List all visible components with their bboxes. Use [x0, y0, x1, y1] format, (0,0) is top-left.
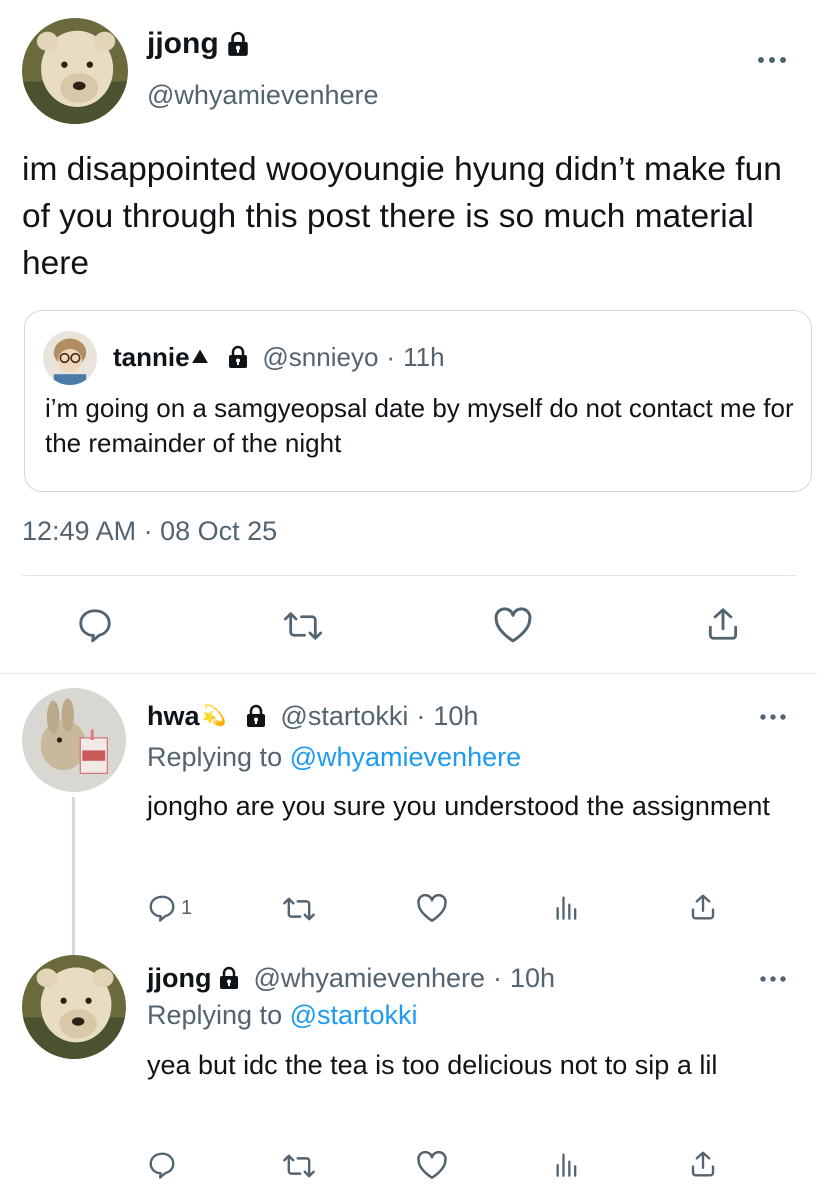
tweet-text: im disappointed wooyoungie hyung didn’t … — [22, 151, 782, 282]
lock-icon — [229, 345, 248, 368]
reply-time[interactable]: 10h — [433, 699, 478, 733]
separator: · — [386, 342, 396, 372]
avatar[interactable] — [22, 688, 126, 792]
reply-header: hwa 💫 @startokki · 10h — [147, 699, 478, 733]
more-icon[interactable] — [757, 40, 787, 71]
reply-button[interactable] — [147, 1150, 177, 1180]
analytics-button[interactable] — [553, 892, 581, 922]
author-name[interactable]: jjong — [147, 26, 251, 62]
replying-to-handle[interactable]: @startokki — [290, 1000, 418, 1030]
avatar[interactable] — [22, 18, 128, 124]
reply-text: yea but idc the tea is too delicious not… — [147, 1050, 718, 1080]
like-button[interactable] — [416, 1150, 448, 1180]
display-name[interactable]: jjong — [147, 26, 219, 62]
replying-to: Replying to @startokki — [147, 998, 418, 1032]
display-name[interactable]: jjong — [147, 961, 211, 995]
share-icon — [691, 1151, 715, 1177]
analytics-button[interactable] — [553, 1149, 581, 1179]
lock-icon — [220, 966, 239, 989]
retweet-button[interactable] — [282, 895, 316, 923]
divider — [0, 673, 817, 674]
quote-handle[interactable]: @snnieyo — [262, 341, 378, 373]
reply-header: jjong @whyamievenhere · 10h — [147, 961, 555, 995]
author-handle[interactable]: @startokki — [280, 699, 408, 733]
retweet-icon — [283, 1154, 315, 1178]
divider — [22, 575, 796, 576]
retweet-icon — [283, 897, 315, 921]
more-icon[interactable] — [759, 962, 787, 990]
reply-button[interactable] — [76, 606, 114, 644]
reply-icon — [79, 609, 111, 643]
replying-to: Replying to @whyamievenhere — [147, 740, 521, 774]
retweet-button[interactable] — [283, 608, 323, 644]
like-icon — [494, 607, 532, 643]
quote-text: i’m going on a samgyeopsal date by mysel… — [45, 393, 794, 458]
share-button[interactable] — [688, 891, 718, 923]
mountain-emoji-icon: ⛰ — [191, 346, 209, 368]
avatar[interactable] — [22, 955, 126, 1059]
like-icon — [417, 1150, 447, 1179]
share-button[interactable] — [704, 604, 742, 644]
separator: · — [493, 963, 503, 993]
reply-icon — [149, 1152, 175, 1179]
author-handle[interactable]: @whyamievenhere — [147, 78, 379, 112]
separator: · — [416, 701, 426, 731]
like-button[interactable] — [493, 606, 533, 644]
tweet-timestamp[interactable]: 12:49 AM · 08 Oct 25 — [22, 514, 277, 548]
reply-text: jongho are you sure you understood the a… — [147, 791, 770, 821]
reply-button[interactable]: 1 — [147, 893, 192, 923]
lock-icon — [227, 31, 248, 56]
more-icon[interactable] — [759, 700, 787, 728]
like-icon — [417, 893, 447, 922]
reply-icon — [149, 895, 175, 922]
retweet-button[interactable] — [282, 1152, 316, 1180]
quoted-tweet-card[interactable]: tannie ⛰ @snnieyo · 11h i’m going on a s… — [24, 310, 812, 492]
retweet-icon — [283, 612, 323, 640]
thread-line — [72, 797, 75, 955]
replying-to-prefix: Replying to — [147, 742, 290, 772]
quote-time[interactable]: 11h — [403, 341, 444, 373]
analytics-icon — [556, 1153, 577, 1177]
like-button[interactable] — [416, 893, 448, 923]
quote-display-name[interactable]: tannie — [113, 341, 190, 373]
share-icon — [708, 608, 738, 640]
quote-header: tannie ⛰ @snnieyo · 11h — [113, 341, 445, 373]
sparkle-emoji-icon: 💫 — [201, 705, 227, 727]
display-name[interactable]: hwa — [147, 699, 200, 733]
author-handle[interactable]: @whyamievenhere — [253, 961, 485, 995]
quote-avatar — [43, 331, 97, 385]
share-button[interactable] — [688, 1148, 718, 1180]
share-icon — [691, 894, 715, 920]
lock-icon — [247, 704, 266, 727]
analytics-icon — [556, 896, 577, 920]
replying-to-handle[interactable]: @whyamievenhere — [290, 742, 522, 772]
replying-to-prefix: Replying to — [147, 1000, 290, 1030]
reply-count: 1 — [181, 896, 193, 919]
reply-time[interactable]: 10h — [510, 961, 555, 995]
